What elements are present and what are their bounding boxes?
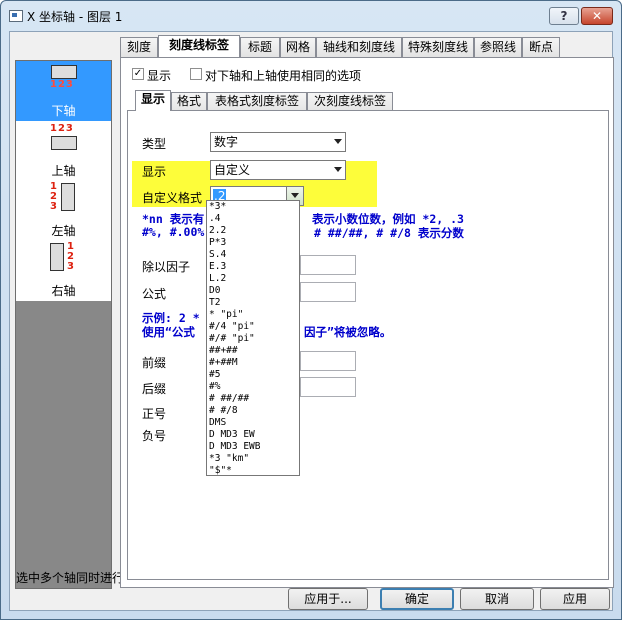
axis-left-numbers: 123	[50, 181, 58, 212]
subtab-minor-labels[interactable]: 次刻度线标签	[307, 92, 393, 111]
dropdown-item[interactable]: DMS	[207, 417, 299, 429]
subtab-table-labels[interactable]: 表格式刻度标签	[207, 92, 307, 111]
apply-to-button[interactable]: 应用于...	[288, 588, 368, 610]
formula-label: 公式	[142, 287, 167, 301]
dialog-window: X 坐标轴 - 图层 1 ? ✕ 刻度 刻度线标签 标题 网格 轴线和刻度线 特…	[0, 0, 622, 620]
dropdown-item[interactable]: ##+##	[207, 345, 299, 357]
display-subpanel: 类型 数字 显示 自定义 自定义格式 .2 *nn 表示有 表示小数位数，例如 …	[127, 110, 609, 580]
dropdown-item[interactable]: .4	[207, 213, 299, 225]
tab-axis-lines-ticks[interactable]: 轴线和刻度线	[316, 37, 402, 57]
axis-item-left[interactable]: 123 左轴	[16, 181, 111, 241]
prefix-input[interactable]	[300, 351, 356, 371]
axis-item-bottom[interactable]: 123 下轴	[16, 61, 111, 121]
close-button[interactable]: ✕	[581, 7, 613, 25]
dropdown-item[interactable]: #/4 "pi"	[207, 321, 299, 333]
chevron-down-icon	[334, 139, 342, 144]
axis-label: 上轴	[51, 164, 76, 178]
custom-format-label: 自定义格式	[142, 191, 203, 205]
dropdown-item[interactable]: D0	[207, 285, 299, 297]
tab-grid[interactable]: 网格	[280, 37, 316, 57]
axis-bottom-icon	[51, 65, 77, 79]
window-title: X 坐标轴 - 图层 1	[27, 10, 123, 24]
tab-special-ticks[interactable]: 特殊刻度线	[402, 37, 474, 57]
axis-top-numbers: 123	[50, 123, 74, 134]
same-option-checkbox[interactable]	[190, 68, 202, 80]
axis-label: 左轴	[51, 224, 76, 238]
formula-input[interactable]	[300, 282, 356, 302]
negative-label: 负号	[142, 429, 167, 443]
type-label: 类型	[142, 137, 167, 151]
type-value: 数字	[214, 135, 239, 149]
tick-labels-panel: ✓ 显示 对下轴和上轴使用相同的选项 显示 格式 表格式刻度标签 次刻度线标签 …	[120, 57, 614, 588]
dropdown-item[interactable]: S.4	[207, 249, 299, 261]
dropdown-item[interactable]: D MD3 EWB	[207, 441, 299, 453]
help-line2-a: #%, #.00%	[142, 225, 205, 239]
dropdown-item[interactable]: *3 "km"	[207, 453, 299, 465]
format-dropdown-list[interactable]: *3* .4 2.2 P*3 S.4 E.3 L.2 D0 T2 * "pi" …	[206, 200, 300, 476]
dialog-body: 刻度 刻度线标签 标题 网格 轴线和刻度线 特殊刻度线 参照线 断点 123 下…	[9, 31, 614, 611]
dropdown-item[interactable]: T2	[207, 297, 299, 309]
dropdown-item[interactable]: #%	[207, 381, 299, 393]
apply-button[interactable]: 应用	[540, 588, 610, 610]
axis-label: 下轴	[51, 104, 76, 118]
example-line2-b: 因子”将被忽略。	[304, 325, 392, 339]
dropdown-item[interactable]: "$"*	[207, 465, 299, 475]
display-value: 自定义	[214, 163, 251, 177]
divide-label: 除以因子	[142, 260, 191, 274]
display-label: 显示	[142, 165, 167, 179]
same-option-label: 对下轴和上轴使用相同的选项	[205, 69, 362, 83]
type-select[interactable]: 数字	[210, 132, 346, 152]
tab-reference-lines[interactable]: 参照线	[474, 37, 522, 57]
dropdown-item[interactable]: L.2	[207, 273, 299, 285]
axis-bottom-numbers: 123	[50, 79, 74, 90]
dropdown-item[interactable]: D MD3 EW	[207, 429, 299, 441]
dropdown-item[interactable]: #+##M	[207, 357, 299, 369]
positive-label: 正号	[142, 407, 167, 421]
title-bar: X 坐标轴 - 图层 1 ? ✕	[1, 1, 621, 31]
window-icon	[9, 10, 23, 22]
display-select[interactable]: 自定义	[210, 160, 346, 180]
dropdown-item[interactable]: 2.2	[207, 225, 299, 237]
dropdown-item[interactable]: * "pi"	[207, 309, 299, 321]
axis-top-icon	[51, 136, 77, 150]
show-label: 显示	[147, 69, 172, 83]
dropdown-item[interactable]: #/# "pi"	[207, 333, 299, 345]
axis-right-icon	[50, 243, 64, 271]
divide-factor-input[interactable]	[300, 255, 356, 275]
subtab-format[interactable]: 格式	[171, 92, 207, 111]
cancel-button[interactable]: 取消	[460, 588, 534, 610]
suffix-label: 后缀	[142, 382, 167, 396]
show-checkbox[interactable]: ✓	[132, 68, 144, 80]
tab-title[interactable]: 标题	[240, 37, 280, 57]
subtab-display[interactable]: 显示	[135, 90, 171, 111]
ok-button[interactable]: 确定	[380, 588, 454, 610]
suffix-input[interactable]	[300, 377, 356, 397]
help-line2-b: # ##/##, # #/8 表示分数	[314, 226, 464, 240]
prefix-label: 前缀	[142, 356, 167, 370]
tab-breaks[interactable]: 断点	[522, 37, 560, 57]
dropdown-item[interactable]: E.3	[207, 261, 299, 273]
tab-scale[interactable]: 刻度	[120, 37, 158, 57]
axis-label: 右轴	[51, 284, 76, 298]
example-line2-a: 使用“公式	[142, 325, 195, 339]
chevron-down-icon	[334, 167, 342, 172]
dropdown-item[interactable]: #5	[207, 369, 299, 381]
tab-tick-labels[interactable]: 刻度线标签	[158, 35, 240, 57]
dropdown-item[interactable]: *3*	[207, 201, 299, 213]
dropdown-item[interactable]: # #/8	[207, 405, 299, 417]
help-button[interactable]: ?	[549, 7, 579, 25]
axis-right-numbers: 123	[67, 241, 75, 272]
axis-list[interactable]: 123 下轴 123 上轴 123 左轴 123 右轴	[15, 60, 112, 589]
axis-left-icon	[61, 183, 75, 211]
dropdown-item[interactable]: P*3	[207, 237, 299, 249]
axis-item-top[interactable]: 123 上轴	[16, 121, 111, 181]
axis-item-right[interactable]: 123 右轴	[16, 241, 111, 301]
chevron-down-icon	[291, 193, 299, 198]
dropdown-item[interactable]: # ##/##	[207, 393, 299, 405]
